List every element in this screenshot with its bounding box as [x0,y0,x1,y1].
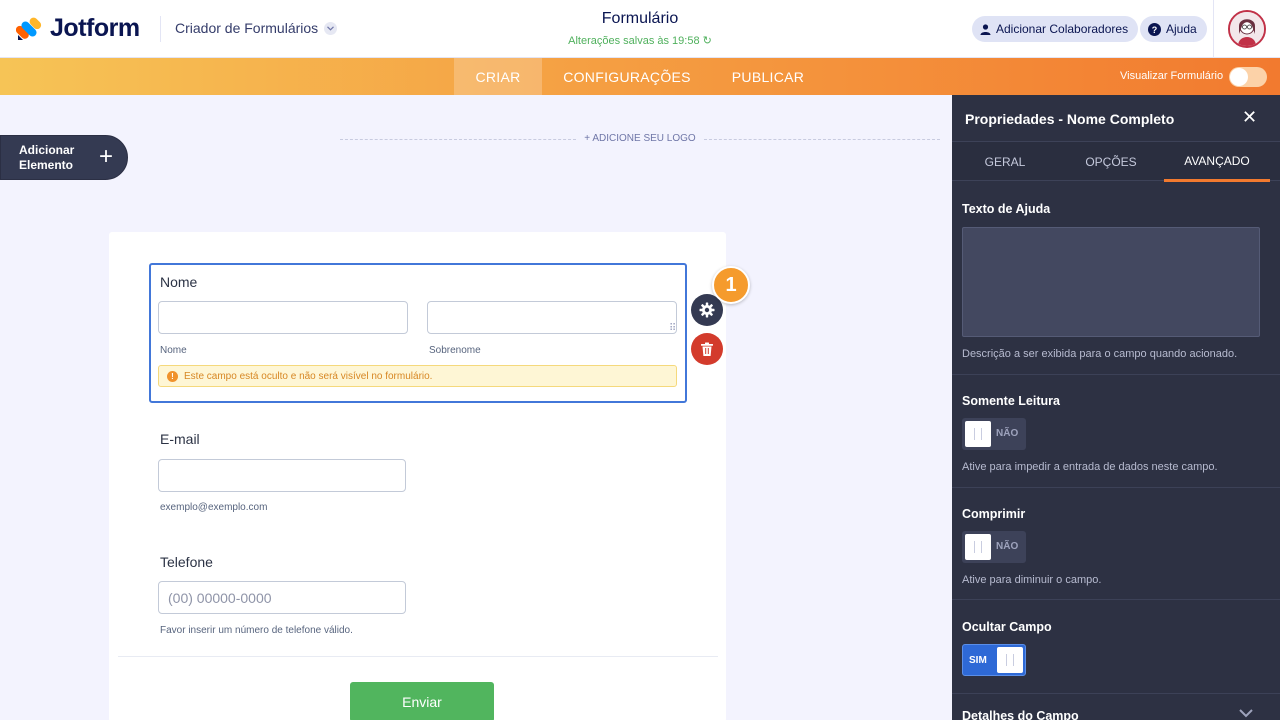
close-icon[interactable]: ✕ [1242,107,1257,128]
shrink-toggle[interactable]: NÃO [962,531,1026,563]
add-element-button[interactable]: Adicionar Elemento + [0,135,128,180]
help-label: Ajuda [1166,22,1197,36]
last-name-input[interactable] [427,301,677,334]
add-element-label: Adicionar Elemento [19,143,74,173]
phone-sublabel: Favor inserir um número de telefone váli… [160,625,353,636]
tab-advanced-label: AVANÇADO [1184,153,1250,168]
tab-general[interactable]: GERAL [952,142,1058,182]
preview-form-toggle[interactable] [1229,67,1267,87]
tab-settings-label: CONFIGURAÇÕES [563,68,691,85]
user-icon [980,23,991,35]
tab-publish-label: PUBLICAR [731,68,805,85]
section-divider [952,693,1280,694]
first-name-sublabel: Nome [160,345,187,356]
toggle-knob [1230,68,1248,86]
step-badge-1: 1 [712,266,750,304]
tab-publish[interactable]: PUBLICAR [716,58,820,95]
phone-label: Telefone [160,554,213,570]
shrink-desc: Ative para diminuir o campo. [962,574,1102,586]
plus-icon: + [99,143,114,170]
toggle-knob [965,421,991,447]
panel-tabs: GERAL OPÇÕES AVANÇADO [952,141,1280,182]
avatar[interactable] [1228,10,1266,48]
phone-input[interactable]: (00) 00000-0000 [158,581,406,614]
tab-build[interactable]: CRIAR [454,58,542,95]
trash-icon [701,342,713,356]
grip-icon [1006,654,1014,666]
refresh-icon: ↻ [702,35,712,47]
tab-options-label: OPÇÕES [1085,155,1137,169]
name-label: Nome [160,274,198,290]
drag-handle-icon[interactable]: ⠿ [669,324,679,340]
help-text-input[interactable] [962,227,1260,337]
help-text-title: Texto de Ajuda [962,202,1051,216]
tab-advanced[interactable]: AVANÇADO [1164,142,1270,182]
gear-icon [699,302,715,318]
logo-divider-left [340,139,576,140]
email-sublabel: exemplo@exemplo.com [160,502,268,513]
delete-field-button[interactable] [691,333,723,365]
phone-placeholder: (00) 00000-0000 [168,589,272,606]
tab-general-label: GERAL [984,155,1026,169]
add-logo-button[interactable]: + ADICIONE SEU LOGO [578,133,702,144]
add-element-label-line1: Adicionar [19,143,75,157]
last-name-sublabel: Sobrenome [429,345,481,356]
svg-text:?: ? [1152,25,1158,35]
section-divider [952,374,1280,375]
field-details-title[interactable]: Detalhes do Campo [962,709,1079,720]
hide-field-state: SIM [969,655,987,666]
logo-divider-right [704,139,940,140]
hide-field-title: Ocultar Campo [962,620,1052,634]
email-label: E-mail [160,431,200,447]
email-input[interactable] [158,459,406,492]
help-text-desc: Descrição a ser exibida para o campo qua… [962,348,1238,360]
builder-nav: CRIAR CONFIGURAÇÕES PUBLICAR Visualizar … [0,58,1280,95]
first-name-input[interactable] [158,301,408,334]
shrink-state: NÃO [996,541,1019,552]
user-menu[interactable] [1213,0,1280,58]
panel-title: Propriedades - Nome Completo [965,111,1175,127]
tab-build-label: CRIAR [475,68,521,85]
save-status-text: Alterações salvas às 19:58 [568,35,700,47]
add-element-label-line2: Elemento [19,158,74,172]
toggle-knob [997,647,1023,673]
read-only-desc: Ative para impedir a entrada de dados ne… [962,461,1218,473]
warning-icon: ! [167,370,178,382]
question-icon: ? [1148,22,1161,36]
tab-options[interactable]: OPÇÕES [1058,142,1164,182]
read-only-toggle[interactable]: NÃO [962,418,1026,450]
section-divider [952,487,1280,488]
tab-settings[interactable]: CONFIGURAÇÕES [549,58,705,95]
grip-icon [974,541,982,553]
toggle-knob [965,534,991,560]
shrink-title: Comprimir [962,507,1026,521]
section-divider [952,599,1280,600]
read-only-title: Somente Leitura [962,394,1060,408]
hide-field-toggle[interactable]: SIM [962,644,1026,676]
read-only-state: NÃO [996,428,1019,439]
submit-button[interactable]: Enviar [350,682,494,720]
chevron-down-icon[interactable] [1239,706,1253,720]
help-button[interactable]: ? Ajuda [1140,16,1207,42]
form-divider [118,656,718,657]
add-collaborators-label: Adicionar Colaboradores [996,22,1129,36]
hidden-field-warning-text: Este campo está oculto e não será visíve… [184,370,433,382]
properties-panel: Propriedades - Nome Completo ✕ GERAL OPÇ… [952,95,1280,720]
preview-form-label: Visualizar Formulário [1120,70,1224,82]
top-header: Jotform Criador de Formulários Formulári… [0,0,1280,58]
grip-icon [974,428,982,440]
hidden-field-warning: ! Este campo está oculto e não será visí… [158,365,677,387]
add-collaborators-button[interactable]: Adicionar Colaboradores [972,16,1139,42]
